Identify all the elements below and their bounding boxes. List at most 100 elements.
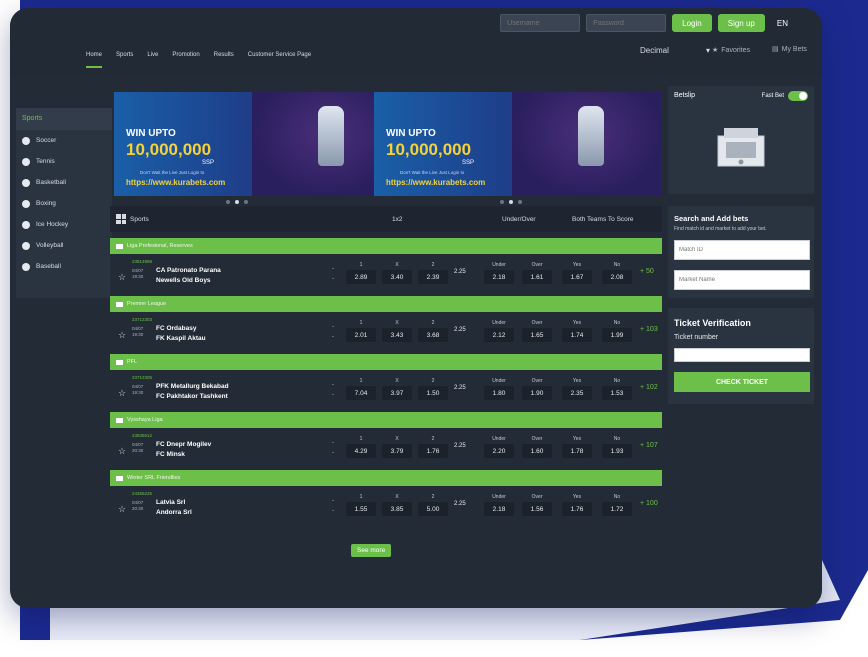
- sidebar-item-boxing[interactable]: Boxing: [16, 193, 112, 214]
- username-input[interactable]: [500, 14, 581, 32]
- favorite-star-icon[interactable]: ☆: [118, 504, 126, 515]
- handicap-value: 2.25: [454, 385, 466, 391]
- carousel-dot[interactable]: [226, 200, 230, 204]
- odds-button[interactable]: 5.00: [418, 502, 448, 516]
- sidebar-item-basketball[interactable]: Basketball: [16, 172, 112, 193]
- match-row: ☆ 23712305 PFK Metallurg Bekabad FC Pakhtak…: [110, 370, 662, 412]
- odds-button[interactable]: 3.40: [382, 270, 412, 284]
- check-ticket-button[interactable]: CHECK TICKET: [674, 372, 810, 392]
- odds-button[interactable]: 3.43: [382, 328, 412, 342]
- banner-url: https://www.kurabets.com: [386, 178, 486, 187]
- carousel-dot[interactable]: [518, 200, 522, 204]
- nav-live[interactable]: Live: [147, 52, 158, 68]
- odds-button[interactable]: 2.35: [562, 386, 592, 400]
- odds-button[interactable]: 2.89: [346, 270, 376, 284]
- league-header[interactable]: Liga Profesional, Reserves: [110, 238, 662, 254]
- odds-button[interactable]: 1.55: [346, 502, 376, 516]
- signup-button[interactable]: Sign up: [717, 14, 765, 32]
- odds-button[interactable]: 2.39: [418, 270, 448, 284]
- odds-button[interactable]: 1.74: [562, 328, 592, 342]
- ticket-number-input[interactable]: [674, 348, 810, 362]
- match-time: 20:30: [132, 448, 144, 453]
- odds-button[interactable]: 3.85: [382, 502, 412, 516]
- favorite-star-icon[interactable]: ☆: [118, 272, 126, 283]
- nav-sports[interactable]: Sports: [116, 52, 133, 68]
- carousel-dot[interactable]: [500, 200, 504, 204]
- odds-button[interactable]: 1.80: [484, 386, 514, 400]
- league-header[interactable]: Winter SRL Friendlies: [110, 470, 662, 486]
- odds-button[interactable]: 1.65: [522, 328, 552, 342]
- sidebar-item-baseball[interactable]: Baseball: [16, 256, 112, 277]
- promo-banner-2[interactable]: WIN UPTO 10,000,000 SSP Don't Wait the L…: [374, 92, 662, 196]
- sidebar-item-tennis[interactable]: Tennis: [16, 151, 112, 172]
- odds-button[interactable]: 3.68: [418, 328, 448, 342]
- fast-bet-toggle[interactable]: [788, 91, 808, 101]
- odds-button[interactable]: 2.12: [484, 328, 514, 342]
- favorites-link[interactable]: ★ Favorites: [712, 46, 750, 55]
- odds-button[interactable]: 1.72: [602, 502, 632, 516]
- odds-button[interactable]: 1.50: [418, 386, 448, 400]
- odds-label: 1: [359, 262, 363, 268]
- odds-button[interactable]: 1.56: [522, 502, 552, 516]
- odds-button[interactable]: 7.04: [346, 386, 376, 400]
- league-header[interactable]: PFL: [110, 354, 662, 370]
- carousel-dot[interactable]: [509, 200, 513, 204]
- password-input[interactable]: [586, 14, 667, 32]
- odds-format-select[interactable]: Decimal ▾: [640, 46, 710, 55]
- odds-button[interactable]: 1.60: [522, 444, 552, 458]
- odds-button[interactable]: 1.93: [602, 444, 632, 458]
- league-header[interactable]: Premier League: [110, 296, 662, 312]
- sidebar-item-volleyball[interactable]: Volleyball: [16, 235, 112, 256]
- basketball-icon: [22, 178, 30, 187]
- header-both-teams-score: Both Teams To Score: [572, 215, 634, 223]
- chevron-down-icon: ▾: [705, 46, 710, 55]
- sidebar-item-soccer[interactable]: Soccer: [16, 130, 112, 151]
- nav-results[interactable]: Results: [214, 52, 234, 68]
- odds-button[interactable]: 2.01: [346, 328, 376, 342]
- odds-button[interactable]: 1.76: [418, 444, 448, 458]
- nav-home[interactable]: Home: [86, 52, 103, 68]
- see-more-button[interactable]: See more: [351, 544, 392, 557]
- odds-label: 1: [359, 494, 363, 500]
- league-header[interactable]: Vysshaya Liga: [110, 412, 662, 428]
- dash-separator: -: [332, 276, 334, 282]
- odds-button[interactable]: 1.99: [602, 328, 632, 342]
- my-bets-link[interactable]: ▤ My Bets: [772, 45, 807, 54]
- odds-button[interactable]: 1.76: [562, 502, 592, 516]
- odds-button[interactable]: 1.53: [602, 386, 632, 400]
- odds-button[interactable]: 3.79: [382, 444, 412, 458]
- favorite-star-icon[interactable]: ☆: [118, 388, 126, 399]
- nav-promotion[interactable]: Promotion: [172, 52, 199, 68]
- match-row: ☆ 23712303 FC Ordabasy FK Kaspil Aktau 2.25 +…: [110, 312, 662, 354]
- fast-bet: Fast Bet: [762, 91, 808, 101]
- nav-customer-service[interactable]: Customer Service Page: [248, 52, 311, 68]
- favorite-star-icon[interactable]: ☆: [118, 446, 126, 457]
- more-markets-link[interactable]: + 102: [640, 384, 658, 391]
- odds-button[interactable]: 1.67: [562, 270, 592, 284]
- sports-sidebar: Sports Soccer Tennis Basketball Boxing I…: [16, 108, 112, 298]
- sidebar-item-label: Soccer: [36, 137, 57, 144]
- odds-button[interactable]: 4.29: [346, 444, 376, 458]
- odds-button[interactable]: 1.61: [522, 270, 552, 284]
- grid-icon: [116, 214, 126, 224]
- match-id-input[interactable]: [674, 240, 810, 260]
- odds-button[interactable]: 2.18: [484, 270, 514, 284]
- more-markets-link[interactable]: + 100: [640, 500, 658, 507]
- odds-button[interactable]: 2.18: [484, 502, 514, 516]
- carousel-dot[interactable]: [235, 200, 239, 204]
- more-markets-link[interactable]: + 50: [640, 268, 654, 275]
- odds-button[interactable]: 2.20: [484, 444, 514, 458]
- favorite-star-icon[interactable]: ☆: [118, 330, 126, 341]
- market-name-input[interactable]: [674, 270, 810, 290]
- promo-banner-1[interactable]: WIN UPTO 10,000,000 SSP Don't Wait the L…: [114, 92, 402, 196]
- carousel-dot[interactable]: [244, 200, 248, 204]
- odds-button[interactable]: 3.97: [382, 386, 412, 400]
- odds-button[interactable]: 2.08: [602, 270, 632, 284]
- sidebar-item-ice-hockey[interactable]: Ice Hockey: [16, 214, 112, 235]
- more-markets-link[interactable]: + 103: [640, 326, 658, 333]
- language-selector[interactable]: EN: [777, 19, 788, 28]
- more-markets-link[interactable]: + 107: [640, 442, 658, 449]
- login-button[interactable]: Login: [672, 14, 712, 32]
- odds-button[interactable]: 1.90: [522, 386, 552, 400]
- odds-button[interactable]: 1.78: [562, 444, 592, 458]
